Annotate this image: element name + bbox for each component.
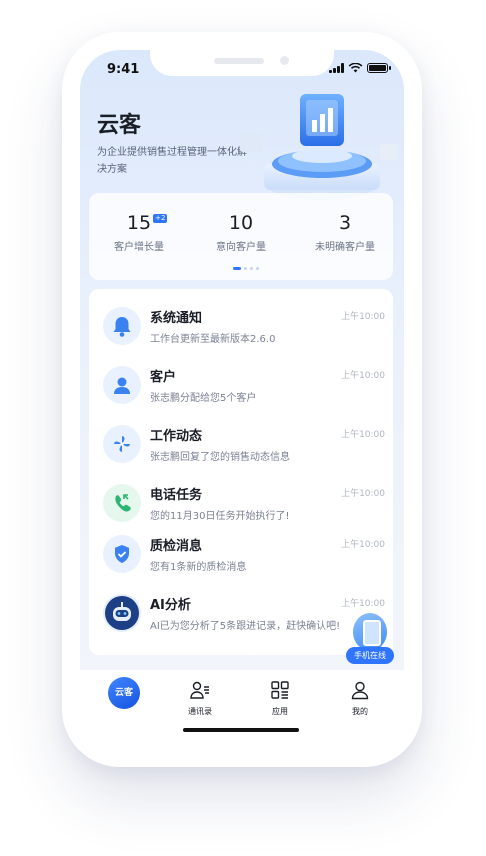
status-icons — [329, 63, 391, 73]
app-screen: 9:41 云客 为企业提供销售过程管理一体化解决方案 15 +2 客户增长量 10 — [80, 50, 404, 750]
list-item-ai-analysis[interactable]: AI分析 AI已为您分析了5条跟进记录，赶快确认吧! 上午10:00 — [103, 590, 385, 636]
carousel-indicator[interactable] — [233, 267, 259, 270]
page-title: 云客 — [97, 113, 142, 138]
tab-yunke[interactable]: 云客 — [94, 677, 154, 709]
wifi-icon — [348, 63, 363, 73]
carousel-dot[interactable] — [244, 267, 247, 270]
message-time: 上午10:00 — [341, 540, 385, 550]
tab-label: 我的 — [352, 707, 368, 716]
stat-customer-growth[interactable]: 15 +2 客户增长量 — [99, 212, 179, 253]
stat-label: 客户增长量 — [114, 242, 164, 253]
message-desc: AI已为您分析了5条跟进记录，赶快确认吧! — [150, 621, 341, 632]
message-time: 上午10:00 — [341, 371, 385, 381]
growth-badge: +2 — [153, 214, 168, 223]
speaker — [214, 58, 264, 64]
notch — [150, 50, 334, 76]
message-time: 上午10:00 — [341, 430, 385, 440]
pinwheel-icon — [103, 425, 141, 463]
battery-icon — [367, 63, 391, 73]
phone-call-icon — [103, 484, 141, 522]
signal-icon — [329, 63, 344, 73]
message-title: 质检消息 — [150, 539, 203, 554]
message-time: 上午10:00 — [341, 312, 385, 322]
page-subtitle: 为企业提供销售过程管理一体化解决方案 — [97, 147, 247, 175]
message-title: AI分析 — [150, 598, 191, 613]
list-item-quality-check[interactable]: 质检消息 您有1条新的质检消息 上午10:00 — [103, 531, 385, 577]
message-title: 工作动态 — [150, 429, 203, 444]
message-title: 系统通知 — [150, 311, 203, 326]
mobile-phone-icon — [353, 613, 387, 651]
tab-label: 应用 — [272, 707, 288, 716]
stat-unclear-customers[interactable]: 3 未明确客户量 — [303, 212, 387, 253]
list-item-phone-task[interactable]: 电话任务 您的11月30日任务开始执行了! 上午10:00 — [103, 480, 385, 526]
stat-label: 意向客户量 — [216, 242, 266, 253]
message-desc: 工作台更新至最新版本2.6.0 — [150, 334, 276, 345]
tab-apps[interactable]: 应用 — [250, 679, 310, 717]
phone-online-button[interactable]: 手机在线 — [346, 613, 394, 665]
message-time: 上午10:00 — [341, 599, 385, 609]
yunke-logo-icon: 云客 — [108, 677, 140, 709]
tab-label: 通讯录 — [188, 707, 212, 716]
carousel-dot-active[interactable] — [233, 267, 241, 270]
bell-icon — [103, 307, 141, 345]
stat-value: 3 — [338, 212, 352, 234]
hero-illustration — [240, 94, 398, 200]
list-item-customer[interactable]: 客户 张志鹏分配给您5个客户 上午10:00 — [103, 362, 385, 408]
stat-intent-customers[interactable]: 10 意向客户量 — [201, 212, 281, 253]
home-indicator[interactable] — [183, 728, 299, 732]
list-item-system-notice[interactable]: 系统通知 工作台更新至最新版本2.6.0 上午10:00 — [103, 303, 385, 349]
stat-value: 15 — [126, 212, 152, 234]
shield-check-icon — [103, 535, 141, 573]
list-item-work-activity[interactable]: 工作动态 张志鹏回复了您的销售动态信息 上午10:00 — [103, 421, 385, 467]
message-title: 客户 — [150, 370, 177, 385]
message-desc: 张志鹏回复了您的销售动态信息 — [150, 452, 290, 463]
message-title: 电话任务 — [150, 488, 203, 503]
carousel-dot[interactable] — [250, 267, 253, 270]
tab-profile[interactable]: 我的 — [330, 679, 390, 717]
message-desc: 您有1条新的质检消息 — [150, 562, 247, 573]
profile-icon — [351, 681, 369, 700]
contacts-icon — [190, 681, 209, 699]
camera — [280, 56, 289, 65]
phone-online-label: 手机在线 — [346, 647, 394, 664]
carousel-dot[interactable] — [256, 267, 259, 270]
apps-grid-icon — [271, 681, 289, 699]
message-list: 系统通知 工作台更新至最新版本2.6.0 上午10:00 客户 张志鹏分配给您5… — [89, 289, 393, 655]
robot-icon — [103, 594, 141, 632]
message-desc: 您的11月30日任务开始执行了! — [150, 511, 290, 522]
stat-label: 未明确客户量 — [315, 242, 375, 253]
stats-card[interactable]: 15 +2 客户增长量 10 意向客户量 3 未明确客户量 — [89, 193, 393, 280]
stat-value: 10 — [228, 212, 254, 234]
status-time: 9:41 — [107, 62, 140, 77]
tab-contacts[interactable]: 通讯录 — [170, 679, 230, 717]
message-time: 上午10:00 — [341, 489, 385, 499]
bottom-tab-bar: 云客 通讯录 应用 我的 — [80, 670, 404, 750]
person-icon — [103, 366, 141, 404]
message-desc: 张志鹏分配给您5个客户 — [150, 393, 257, 404]
